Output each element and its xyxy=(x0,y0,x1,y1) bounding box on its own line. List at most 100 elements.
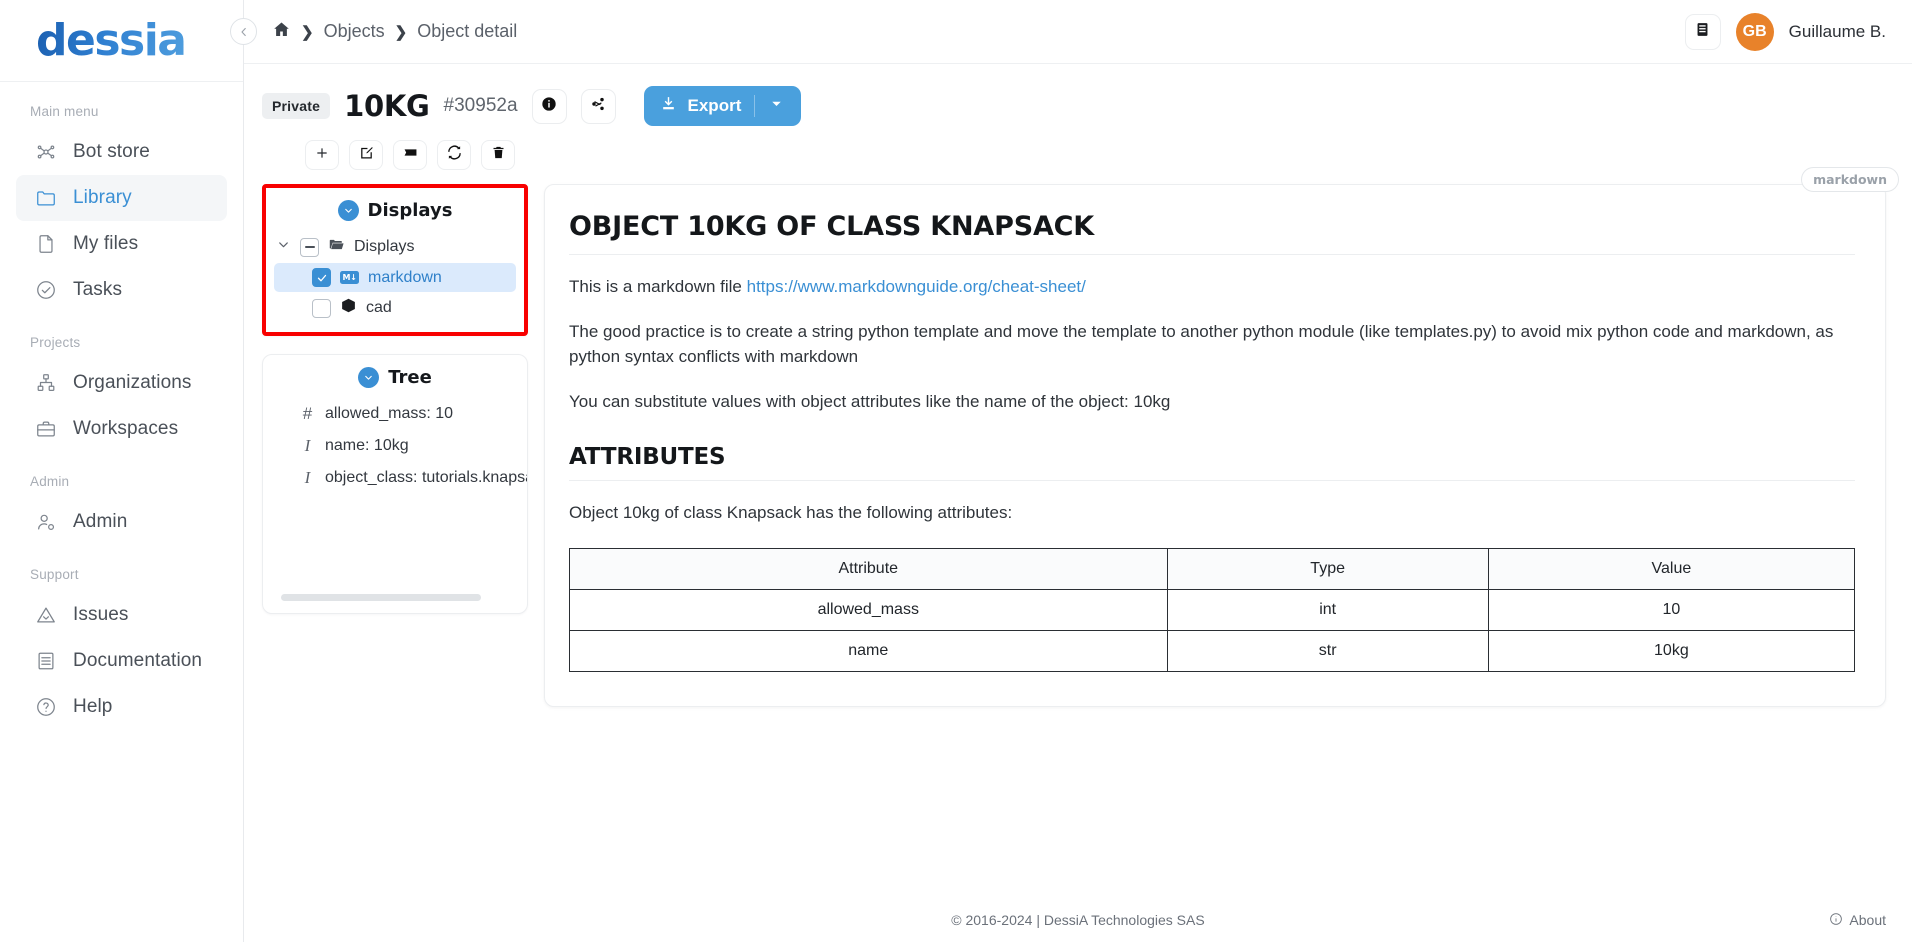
displays-root-checkbox[interactable] xyxy=(300,237,319,257)
sidebar-collapse-button[interactable] xyxy=(230,18,257,45)
tree-attribute-label: name: 10kg xyxy=(325,437,409,454)
about-button[interactable]: About xyxy=(1829,912,1886,929)
sidebar-item-my-files[interactable]: My files xyxy=(16,221,227,267)
question-circle-icon xyxy=(34,695,58,719)
check-circle-icon xyxy=(34,278,58,302)
warning-triangle-icon xyxy=(34,603,58,627)
object-header: Private 10KG #30952a Export xyxy=(244,64,1912,126)
book-icon xyxy=(34,649,58,673)
table-header-value: Value xyxy=(1487,547,1856,590)
sidebar-item-label: Bot store xyxy=(73,141,150,162)
table-header-attribute: Attribute xyxy=(569,547,1168,590)
displays-panel-header[interactable]: Displays xyxy=(266,188,524,231)
sidebar-item-admin[interactable]: Admin xyxy=(16,499,227,545)
markdown-paragraph-1-text: This is a markdown file xyxy=(569,277,747,296)
chevron-down-icon[interactable] xyxy=(276,237,291,257)
visibility-badge: Private xyxy=(262,93,331,119)
sidebar-item-library[interactable]: Library xyxy=(16,175,227,221)
displays-item-label: markdown xyxy=(368,268,442,286)
brand-logo[interactable]: dessia xyxy=(0,0,243,82)
cad-checkbox[interactable] xyxy=(312,298,331,318)
table-cell-value: 10kg xyxy=(1487,629,1856,672)
sidebar-item-label: Organizations xyxy=(73,372,192,393)
breadcrumb-item-objects[interactable]: Objects xyxy=(324,21,385,42)
markdown-heading-1: OBJECT 10KG OF CLASS KNAPSACK xyxy=(569,211,1855,255)
tree-horizontal-scrollbar[interactable] xyxy=(281,594,481,601)
object-id: #30952a xyxy=(443,95,518,116)
object-title: 10KG xyxy=(344,89,430,123)
chevron-down-circle-icon[interactable] xyxy=(337,200,359,221)
breadcrumb-item-object-detail[interactable]: Object detail xyxy=(417,21,517,42)
refresh-icon xyxy=(447,145,462,165)
left-column: Displays Displays M↓ markdown cad Tree #… xyxy=(262,184,528,614)
avatar[interactable]: GB xyxy=(1735,12,1774,51)
trash-icon xyxy=(491,145,506,165)
chevron-down-circle-icon[interactable] xyxy=(358,367,380,388)
table-cell-value: 10 xyxy=(1487,588,1856,631)
displays-tree-item-markdown[interactable]: M↓ markdown xyxy=(274,263,516,292)
table-cell-attribute: allowed_mass xyxy=(569,588,1168,631)
sidebar-section-label-main: Main menu xyxy=(30,104,99,119)
export-button[interactable]: Export xyxy=(643,86,802,126)
tree-panel-header[interactable]: Tree xyxy=(263,355,527,398)
footer-copyright: © 2016-2024 | DessiA Technologies SAS xyxy=(951,912,1205,928)
add-button[interactable] xyxy=(305,140,339,170)
sidebar-item-label: Tasks xyxy=(73,279,123,300)
displays-tree-item-cad[interactable]: cad xyxy=(266,292,524,324)
sidebar-item-bot-store[interactable]: Bot store xyxy=(16,129,227,175)
export-button-label: Export xyxy=(687,96,742,115)
sidebar-item-documentation[interactable]: Documentation xyxy=(16,638,227,684)
sidebar-item-help[interactable]: Help xyxy=(16,684,227,730)
info-button[interactable] xyxy=(531,88,567,124)
table-cell-type: str xyxy=(1166,629,1489,672)
table-header-type: Type xyxy=(1166,547,1489,590)
bot-store-icon xyxy=(34,140,58,164)
sidebar-item-tasks[interactable]: Tasks xyxy=(16,267,227,313)
string-type-icon: I xyxy=(304,468,311,487)
sidebar-item-label: Issues xyxy=(73,604,129,625)
markdown-guide-link[interactable]: https://www.markdownguide.org/cheat-shee… xyxy=(747,277,1086,296)
sidebar-item-workspaces[interactable]: Workspaces xyxy=(16,406,227,452)
share-button[interactable] xyxy=(580,88,616,124)
breadcrumb-separator: ❯ xyxy=(394,23,408,41)
markdown-paragraph-1: This is a markdown file https://www.mark… xyxy=(569,274,1855,300)
cube-icon xyxy=(340,297,357,319)
breadcrumb-separator: ❯ xyxy=(301,23,314,41)
sidebar-item-issues[interactable]: Issues xyxy=(16,592,227,638)
export-divider xyxy=(754,95,756,117)
displays-tree-root[interactable]: Displays xyxy=(266,231,524,263)
table-cell-type: int xyxy=(1166,588,1489,631)
sidebar-section-label-projects: Projects xyxy=(30,335,81,350)
attributes-table: Attribute Type Value allowed_mass int 10 xyxy=(569,547,1856,672)
home-icon[interactable] xyxy=(272,20,291,44)
info-circle-icon xyxy=(1829,912,1843,929)
markdown-card: markdown OBJECT 10KG OF CLASS KNAPSACK T… xyxy=(544,167,1899,707)
sidebar-item-label: Help xyxy=(73,696,113,717)
edit-button[interactable] xyxy=(349,140,383,170)
info-icon xyxy=(541,96,557,117)
markdown-checkbox[interactable] xyxy=(312,268,331,287)
breadcrumb: ❯ Objects ❯ Object detail xyxy=(272,20,517,44)
table-header-row: Attribute Type Value xyxy=(569,547,1856,590)
tree-attribute-label: object_class: tutorials.knapsack_prob xyxy=(325,469,527,486)
markdown-tab-label[interactable]: markdown xyxy=(1801,167,1899,192)
body-columns: Displays Displays M↓ markdown cad Tree #… xyxy=(244,167,1912,707)
sidebar-item-label: Documentation xyxy=(73,650,203,671)
tree-attribute-row[interactable]: I object_class: tutorials.knapsack_prob xyxy=(263,462,527,494)
tree-attribute-row[interactable]: # allowed_mass: 10 xyxy=(263,398,527,430)
folder-icon xyxy=(34,186,58,210)
tree-attribute-row[interactable]: I name: 10kg xyxy=(263,430,527,462)
markdown-icon: M↓ xyxy=(340,271,359,284)
refresh-button[interactable] xyxy=(437,140,471,170)
sidebar-item-label: Workspaces xyxy=(73,418,179,439)
tag-button[interactable] xyxy=(393,140,427,170)
folder-open-icon xyxy=(328,236,345,258)
displays-panel-title: Displays xyxy=(367,200,453,221)
chevron-down-icon[interactable] xyxy=(768,95,785,117)
delete-button[interactable] xyxy=(481,140,515,170)
brand-logo-text: dessia xyxy=(36,15,187,66)
sidebar-item-organizations[interactable]: Organizations xyxy=(16,360,227,406)
about-label: About xyxy=(1849,912,1886,928)
tree-panel: Tree # allowed_mass: 10 I name: 10kg I o… xyxy=(262,354,528,614)
notebook-button[interactable] xyxy=(1684,13,1721,50)
